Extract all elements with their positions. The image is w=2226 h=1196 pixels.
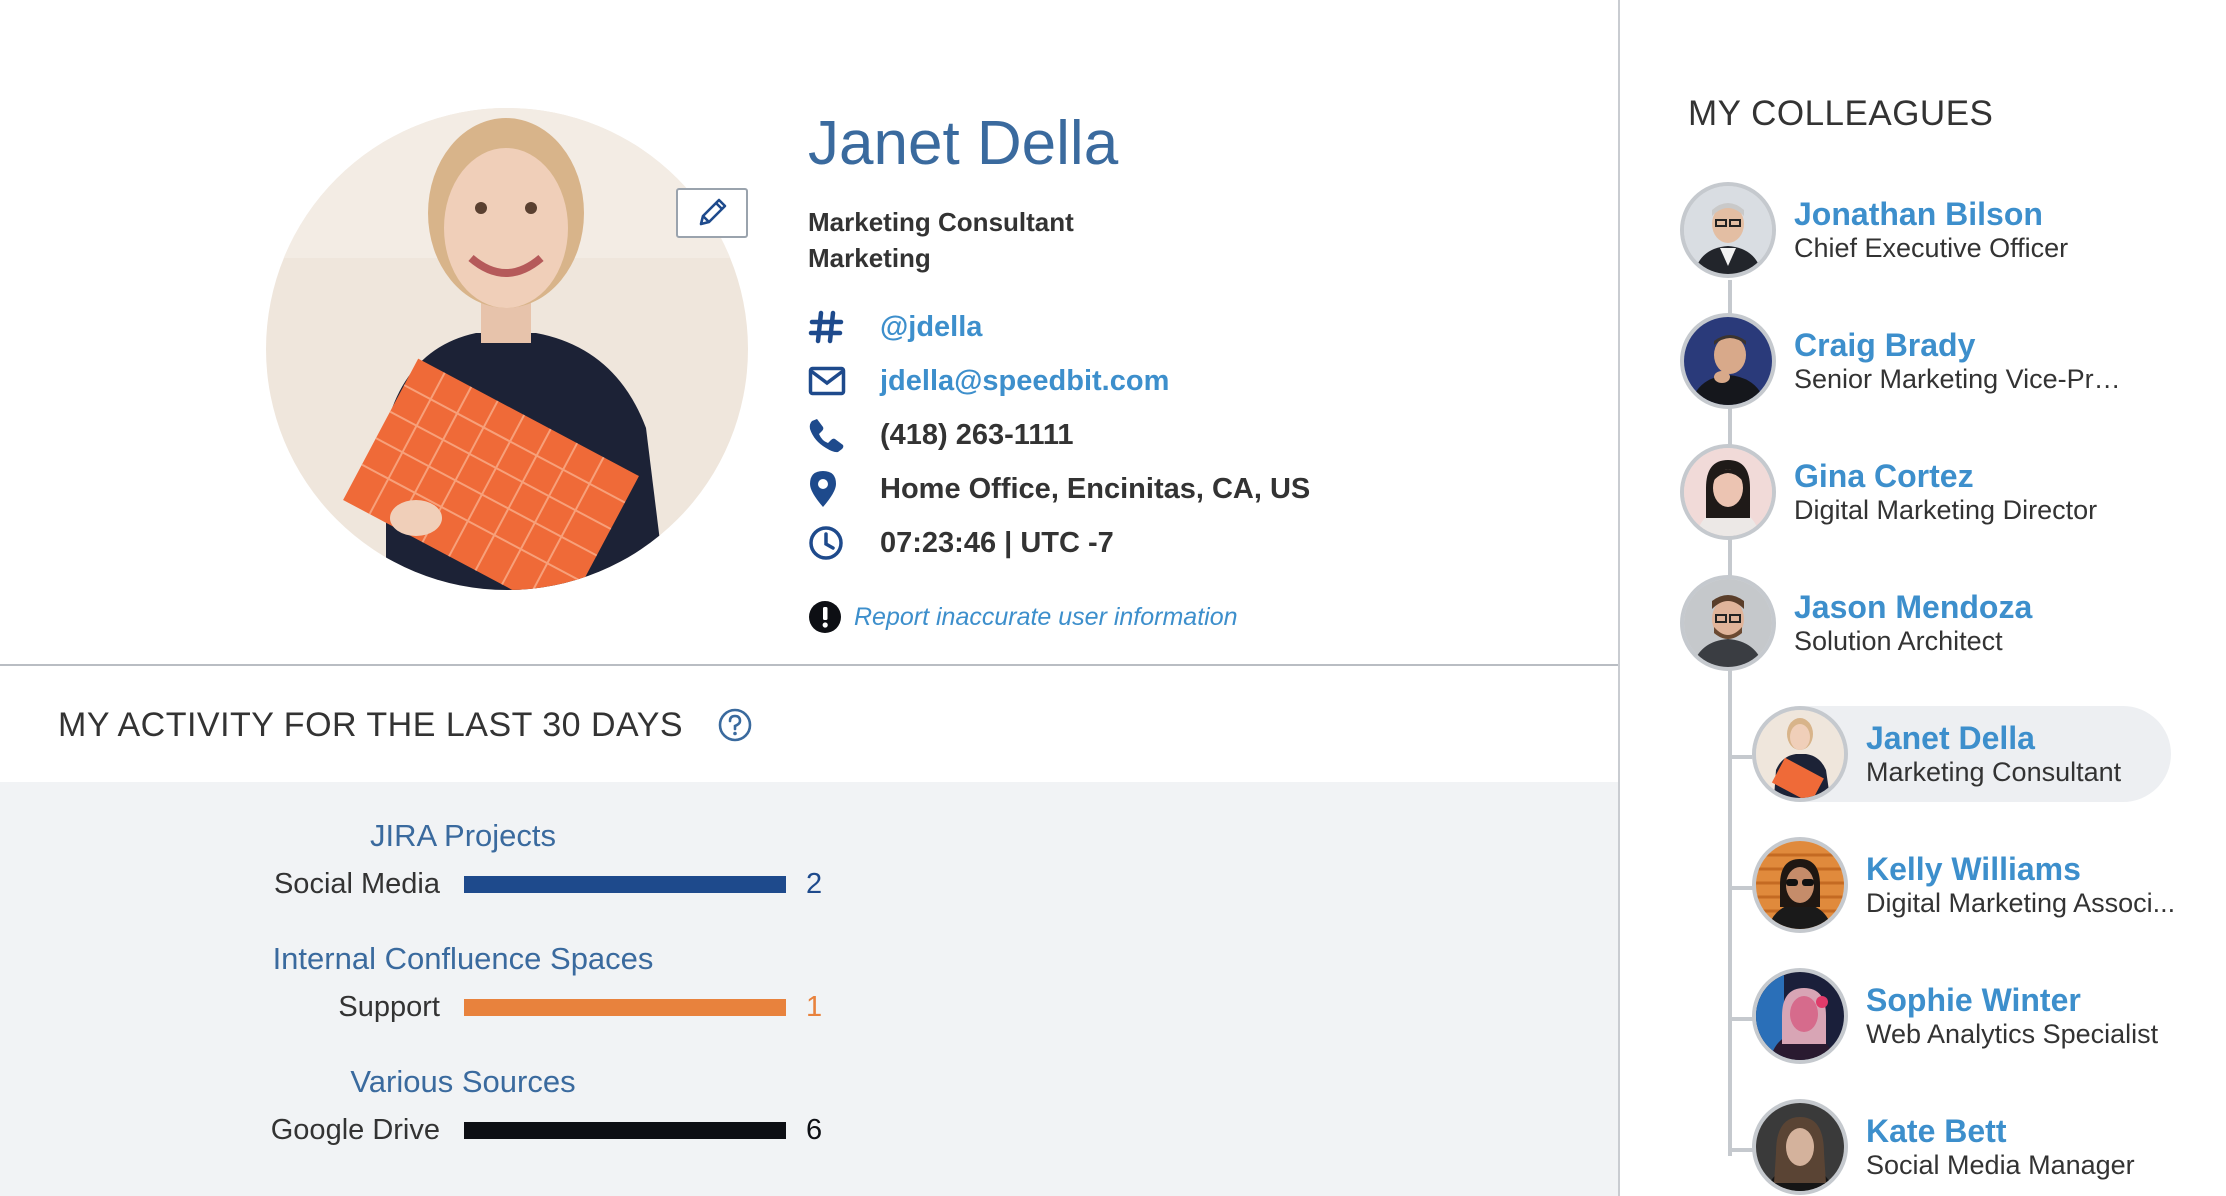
location-text: Home Office, Encinitas, CA, US	[880, 472, 1311, 505]
help-icon[interactable]	[717, 707, 753, 743]
contact-local-time: 07:23:46 | UTC -7	[808, 516, 1310, 570]
chat-handle-link[interactable]: @jdella	[880, 311, 982, 344]
activity-row-label: Social Media	[273, 868, 440, 900]
colleague-title: Digital Marketing Associ...	[1866, 888, 2176, 918]
exclamation-icon	[809, 601, 841, 633]
colleague-name[interactable]: Janet Della	[1866, 720, 2121, 756]
colleague-info: Kelly Williams Digital Marketing Associ.…	[1866, 851, 2175, 919]
job-title: Marketing Consultant	[808, 207, 1074, 237]
colleague-name[interactable]: Kate Bett	[1866, 1113, 2135, 1149]
profile-section: Janet Della Marketing Consultant Marketi…	[0, 0, 1618, 666]
colleague-kate-bett[interactable]: Kate Bett Social Media Manager	[1752, 1099, 2135, 1195]
colleagues-panel: MY COLLEAGUES Jonathan Bilson Chief Exec…	[1622, 0, 2226, 1196]
colleague-name[interactable]: Jonathan Bilson	[1794, 196, 2068, 232]
avatar	[1752, 837, 1848, 933]
activity-chart: JIRA Projects Social Media 2 Internal Co…	[0, 782, 1618, 1196]
profile-job: Marketing Consultant Marketing	[808, 204, 1074, 276]
avatar	[1680, 444, 1776, 540]
local-time: 07:23:46 | UTC -7	[880, 526, 1114, 559]
phone-number: (418) 263-1111	[880, 418, 1074, 451]
activity-row-label: Google Drive	[270, 1114, 440, 1146]
colleague-title: Web Analytics Specialist	[1866, 1019, 2159, 1049]
activity-header: MY ACTIVITY FOR THE LAST 30 DAYS	[0, 668, 1618, 782]
colleague-info: Kate Bett Social Media Manager	[1866, 1113, 2135, 1181]
contact-email: jdella@speedbit.com	[808, 354, 1310, 408]
activity-row-social-media: Social Media 2	[0, 864, 900, 904]
activity-title: MY ACTIVITY FOR THE LAST 30 DAYS	[58, 705, 684, 744]
avatar	[1680, 313, 1776, 409]
activity-value: 6	[806, 1114, 823, 1146]
contact-chat-handle: @jdella	[808, 300, 1310, 354]
email-link[interactable]: jdella@speedbit.com	[880, 365, 1169, 398]
colleague-name[interactable]: Kelly Williams	[1866, 851, 2175, 887]
app-root: Janet Della Marketing Consultant Marketi…	[0, 0, 2226, 1196]
avatar	[1752, 706, 1848, 802]
activity-row-google-drive: Google Drive 6	[0, 1110, 900, 1150]
profile-avatar	[266, 108, 748, 590]
contact-phone: (418) 263-1111	[808, 408, 1310, 462]
colleague-title: Chief Executive Officer	[1794, 233, 2069, 263]
pencil-icon	[699, 198, 727, 226]
colleague-title: Marketing Consultant	[1866, 757, 2122, 787]
tree-line-vertical-2	[1728, 656, 1732, 1156]
activity-value: 2	[806, 868, 823, 900]
avatar	[1680, 575, 1776, 671]
colleague-name[interactable]: Jason Mendoza	[1794, 589, 2032, 625]
colleague-title: Digital Marketing Director	[1794, 495, 2098, 525]
avatar	[1752, 968, 1848, 1064]
envelope-icon	[808, 366, 880, 396]
colleague-name[interactable]: Sophie Winter	[1866, 982, 2158, 1018]
colleague-title: Social Media Manager	[1866, 1150, 2135, 1180]
activity-value: 1	[806, 991, 823, 1023]
profile-name: Janet Della	[808, 109, 1119, 178]
activity-row-label: Support	[338, 991, 440, 1023]
activity-bar	[464, 876, 786, 893]
colleague-kelly-williams[interactable]: Kelly Williams Digital Marketing Associ.…	[1752, 837, 2175, 933]
main-panel: Janet Della Marketing Consultant Marketi…	[0, 0, 1620, 1196]
department: Marketing	[808, 243, 931, 273]
colleague-craig-brady[interactable]: Craig Brady Senior Marketing Vice-Presid…	[1680, 313, 2124, 409]
activity-bar	[464, 1122, 786, 1139]
colleague-title: Senior Marketing Vice-Presid...	[1794, 364, 2124, 394]
colleague-name[interactable]: Craig Brady	[1794, 327, 2124, 363]
colleague-info: Craig Brady Senior Marketing Vice-Presid…	[1794, 327, 2124, 395]
colleague-info: Jason Mendoza Solution Architect	[1794, 589, 2032, 657]
group-title-confluence: Internal Confluence Spaces	[272, 941, 654, 976]
clock-icon	[808, 525, 880, 561]
colleagues-title: MY COLLEAGUES	[1688, 94, 1994, 133]
group-title-various: Various Sources	[350, 1064, 576, 1099]
colleague-gina-cortez[interactable]: Gina Cortez Digital Marketing Director	[1680, 444, 2097, 540]
colleague-info: Jonathan Bilson Chief Executive Officer	[1794, 196, 2068, 264]
colleague-info: Sophie Winter Web Analytics Specialist	[1866, 982, 2158, 1050]
phone-icon	[808, 417, 880, 453]
report-inaccurate-info[interactable]: Report inaccurate user information	[808, 600, 1238, 634]
contact-location: Home Office, Encinitas, CA, US	[808, 462, 1310, 516]
avatar	[1680, 182, 1776, 278]
activity-bar	[464, 999, 786, 1016]
colleague-jonathan-bilson[interactable]: Jonathan Bilson Chief Executive Officer	[1680, 182, 2068, 278]
location-pin-icon	[808, 470, 880, 508]
edit-profile-button[interactable]	[676, 188, 748, 238]
colleague-info: Gina Cortez Digital Marketing Director	[1794, 458, 2097, 526]
report-link[interactable]: Report inaccurate user information	[854, 603, 1238, 632]
hashtag-icon	[808, 309, 880, 345]
activity-row-support: Support 1	[0, 987, 900, 1027]
colleague-jason-mendoza[interactable]: Jason Mendoza Solution Architect	[1680, 575, 2032, 671]
group-title-jira: JIRA Projects	[369, 818, 557, 853]
colleague-name[interactable]: Gina Cortez	[1794, 458, 2097, 494]
colleague-janet-della-current[interactable]: Janet Della Marketing Consultant	[1752, 706, 2172, 802]
colleague-title: Solution Architect	[1794, 626, 2003, 656]
contact-list: @jdella jdella@speedbit.com (418) 263-11…	[808, 300, 1310, 570]
colleague-info: Janet Della Marketing Consultant	[1866, 720, 2121, 788]
avatar	[1752, 1099, 1848, 1195]
colleague-sophie-winter[interactable]: Sophie Winter Web Analytics Specialist	[1752, 968, 2158, 1064]
